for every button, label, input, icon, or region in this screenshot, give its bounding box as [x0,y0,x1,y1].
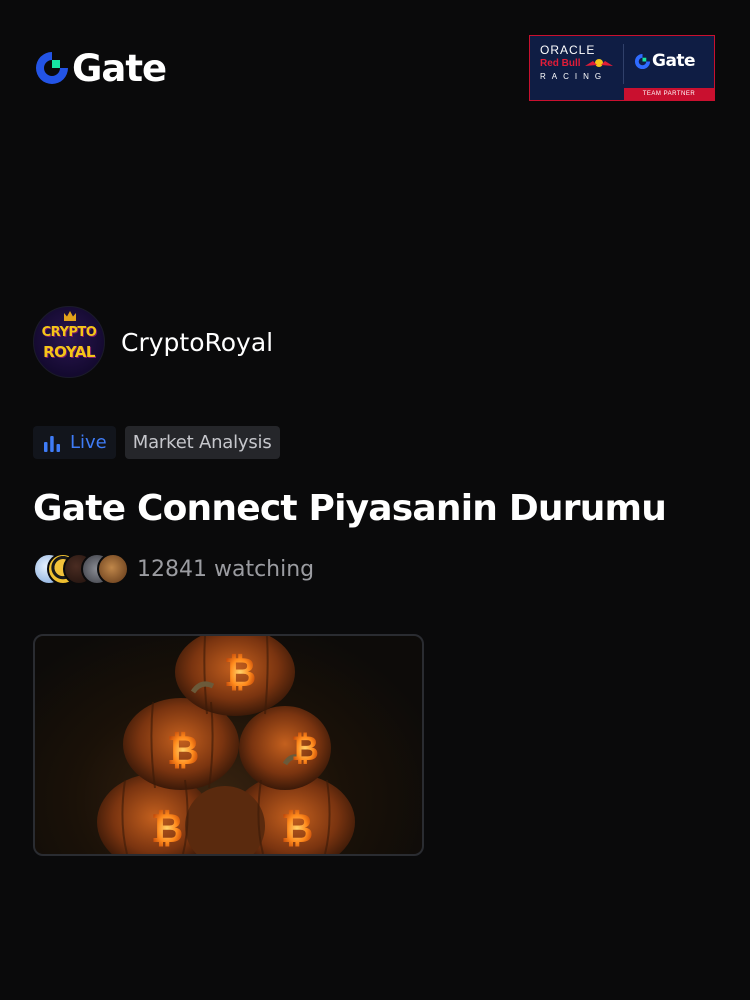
bitcoin-symbol: ₿ [281,806,314,852]
team-partner-label: TEAM PARTNER [642,91,696,97]
crown-icon [64,311,76,321]
live-label: Live [70,432,107,453]
avatar-text-crypto: CRYPTO [41,325,97,340]
live-badge: Live [33,426,116,459]
bitcoin-symbol: ₿ [151,806,184,852]
bitcoin-pumpkins-image: ₿ ₿ ₿ ₿ ₿ [97,636,355,854]
partner-gate-text: Gate [652,51,696,71]
viewer-summary: 12841 watching [33,553,314,585]
bitcoin-symbol: ₿ [291,729,319,769]
partner-divider [623,44,624,84]
stream-tags: Live Market Analysis [33,426,280,459]
avatar-text-royal: ROYAL [43,343,95,361]
gate-logo[interactable]: Gate [34,46,167,90]
stream-thumbnail[interactable]: ₿ ₿ ₿ ₿ ₿ [33,634,424,856]
viewer-avatars [33,553,129,585]
host-info[interactable]: CRYPTO ROYAL CryptoRoyal [33,306,273,378]
bitcoin-symbol: ₿ [224,650,257,696]
bar-chart-icon [44,435,60,452]
partner-oracle-text: ORACLE [540,43,596,57]
gate-logo-icon [634,53,651,69]
partner-racing-text: RACING [540,72,608,81]
red-bull-logo-icon [585,59,613,67]
gate-logo-text: Gate [72,46,167,90]
stream-title: Gate Connect Piyasanin Durumu [33,488,667,529]
host-name[interactable]: CryptoRoyal [121,328,273,357]
host-avatar[interactable]: CRYPTO ROYAL [33,306,105,378]
viewer-avatar [97,553,129,585]
category-tag[interactable]: Market Analysis [124,426,280,459]
category-label: Market Analysis [132,432,272,453]
bitcoin-symbol: ₿ [167,728,200,774]
watching-count: 12841 watching [137,556,315,582]
gate-logo-icon [36,52,68,84]
partner-redbull-text: Red Bull [540,58,581,69]
partner-gate-logo: Gate [634,51,696,71]
team-partner-banner[interactable]: ORACLE Red Bull RACING Gate TEAM PARTNER [529,35,715,101]
team-partner-strip: TEAM PARTNER [624,88,714,100]
